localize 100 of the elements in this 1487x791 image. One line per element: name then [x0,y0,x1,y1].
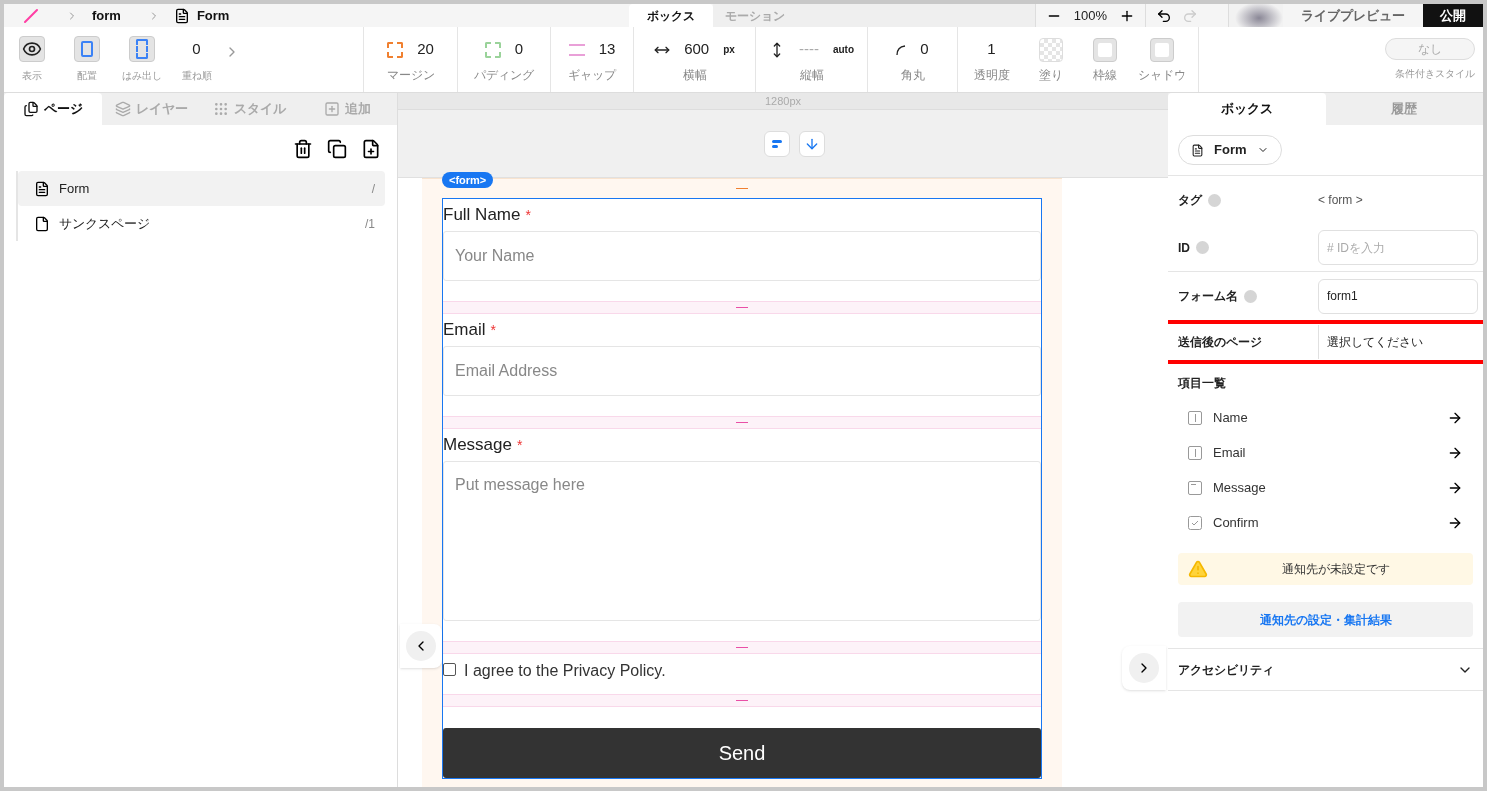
item-name: Name [1213,408,1248,427]
textarea-input[interactable]: Put message here [443,461,1041,621]
breadcrumb-item[interactable]: form [92,5,121,26]
tool-value[interactable]: 1 [987,38,996,61]
form-tag-badge: <form> [442,172,494,188]
tool-label: 塗り [1039,67,1063,82]
tool-value[interactable]: 0 [920,38,929,61]
pages-icon [23,101,40,117]
page-select[interactable]: 選択してください [1318,325,1478,359]
eye-icon [21,39,42,59]
live-preview-button[interactable]: ライブプレビュー [1283,4,1423,27]
section-heading: 項目一覧 [1176,375,1227,392]
panel-tab[interactable]: ページ [4,93,103,125]
toggle-button[interactable] [73,36,100,62]
tool-label: ギャップ [568,67,616,82]
field-label: Email [443,319,486,342]
text-input[interactable]: Your Name [443,231,1041,281]
z-index-value[interactable]: 0 [192,36,201,62]
new-page-icon[interactable] [361,139,381,159]
page-name: サンクスページ [59,214,150,233]
property-label: ID [1178,239,1190,257]
form-icon [1191,143,1204,157]
undo-icon[interactable] [1156,7,1172,24]
frame-icon [80,41,93,57]
canvas-width-label: 1280px [764,93,802,109]
tool-label: 条件付きスタイル [1395,67,1475,81]
mode-tab[interactable]: ボックス [629,4,714,27]
tool-label: 透明度 [973,67,1010,82]
checkbox[interactable] [443,663,456,676]
tool-label: はみ出し [121,69,162,83]
overflow-icon [135,39,148,59]
fill-swatch[interactable] [1039,37,1063,62]
inspector-tab[interactable]: ボックス [1168,93,1326,125]
tool-label: 枠線 [1093,67,1117,82]
item-name: Email [1213,443,1246,462]
warning-icon [1188,559,1208,579]
checkbox-icon [1188,515,1202,530]
accordion-header[interactable]: アクセシビリティ [1168,648,1483,691]
tag-value: < form > [1318,192,1363,209]
page-item[interactable]: サンクスページ /1 [18,206,385,241]
tool-label: シャドウ [1137,67,1186,82]
padding-icon [484,41,501,58]
field-label: Full Name [443,204,521,227]
toggle-button[interactable] [18,36,45,62]
trash-icon[interactable] [293,139,313,159]
tool-label: 表示 [21,69,42,83]
dots-icon [213,101,230,117]
property-label: フォーム名 [1178,288,1238,305]
required-mark: * [525,205,531,225]
tool-value[interactable]: 20 [417,38,434,61]
unit-label[interactable]: auto [832,42,855,57]
breadcrumb-item[interactable]: Form [196,5,230,26]
tool-label: 配置 [76,69,97,83]
shadow-swatch[interactable] [1149,37,1174,62]
page-icon [34,215,50,232]
gap-icon [568,43,585,56]
warning-text: 通知先が未設定です [1280,561,1391,578]
checkbox-label: I agree to the Privacy Policy. [464,661,666,681]
tool-value[interactable]: 600 [684,38,710,61]
text-field-icon [1188,410,1202,425]
textarea-icon [1188,480,1202,495]
align-left-icon [771,139,782,148]
form-item[interactable]: Confirm [1178,505,1473,540]
tool-value[interactable]: 13 [598,38,616,61]
text-input[interactable]: form1 [1318,278,1478,314]
property-label: 送信後のページ [1178,334,1262,351]
align-button[interactable] [763,130,790,157]
layers-icon [114,101,131,117]
tool-label: 縦幅 [799,67,824,82]
required-mark: * [490,320,496,340]
text-input[interactable]: Email Address [443,346,1041,396]
item-name: Confirm [1213,513,1259,532]
corner-icon [896,44,907,55]
logo-icon[interactable] [23,7,39,24]
border-swatch[interactable] [1093,37,1117,62]
send-button[interactable]: Send [443,728,1041,778]
add-icon [324,101,341,117]
property-label: タグ [1178,192,1202,209]
tool-value[interactable]: 0 [514,38,524,61]
duplicate-page-icon[interactable] [327,139,347,159]
direction-button[interactable] [798,130,825,157]
page-path: / [371,180,375,198]
margin-icon [387,41,404,58]
tool-label: 重ね順 [181,69,212,83]
item-name: Message [1213,478,1266,497]
page-item[interactable]: Form / [18,171,385,206]
text-field-icon [1188,445,1202,460]
publish-button[interactable]: 公開 [1423,4,1483,27]
unit-label[interactable]: px [723,42,735,57]
tool-label: 横幅 [682,67,707,82]
form-item[interactable]: Email [1178,435,1473,470]
field-label: Message [443,434,512,457]
tool-label: 角丸 [900,67,925,82]
page-path: /1 [365,215,375,233]
form-item[interactable]: Message [1178,470,1473,505]
required-mark: * [517,435,523,455]
toggle-button[interactable] [128,36,155,62]
tool-label: パディング [474,67,534,82]
form-item[interactable]: Name [1178,400,1473,435]
notification-settings-button[interactable]: 通知先の設定・集計結果 [1178,602,1473,637]
